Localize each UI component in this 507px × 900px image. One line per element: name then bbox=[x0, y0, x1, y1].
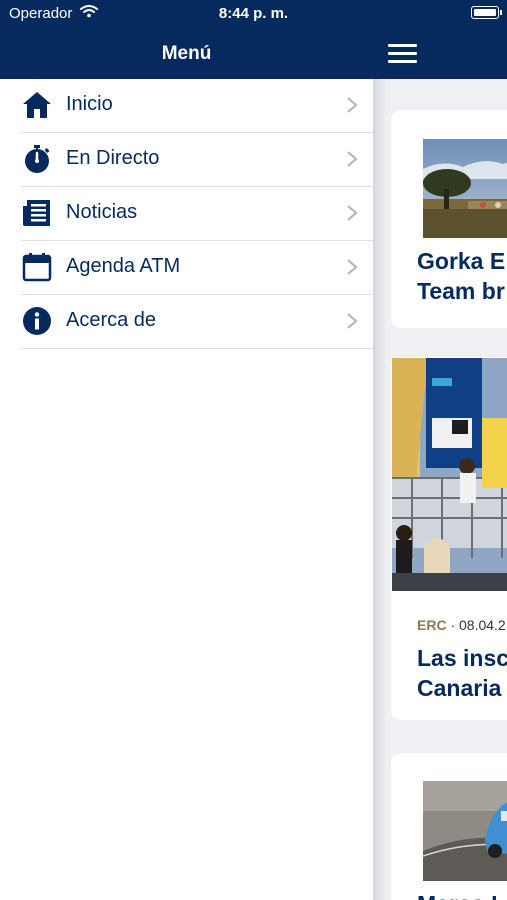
hamburger-menu-button[interactable] bbox=[388, 42, 417, 64]
news-card-meta: ERC · 08.04.2 bbox=[417, 617, 506, 633]
menu-item-inicio[interactable]: Inicio bbox=[21, 79, 373, 133]
news-card-title: Las insc bbox=[417, 645, 507, 671]
news-card-tag: ERC bbox=[417, 617, 447, 633]
chevron-right-icon bbox=[347, 259, 358, 275]
info-icon bbox=[23, 307, 51, 335]
chevron-right-icon bbox=[347, 205, 358, 221]
news-card[interactable]: ERC · 08.04.2 Las insc Canaria bbox=[391, 357, 507, 720]
news-card-date: · 08.04.2 bbox=[446, 617, 506, 633]
news-image bbox=[423, 781, 507, 881]
newspaper-icon bbox=[23, 200, 50, 226]
news-card-title: Team br bbox=[417, 278, 505, 304]
home-icon bbox=[23, 92, 51, 118]
news-image bbox=[392, 358, 507, 591]
menu-item-label: Acerca de bbox=[66, 309, 157, 331]
menu-item-label: Noticias bbox=[66, 201, 138, 223]
stopwatch-icon bbox=[25, 145, 50, 173]
menu-item-en-directo[interactable]: En Directo bbox=[21, 133, 373, 187]
menu-item-agenda-atm[interactable]: Agenda ATM bbox=[21, 241, 373, 295]
news-card-title: Marco L bbox=[417, 889, 505, 900]
nav-bar: Menú bbox=[0, 28, 507, 79]
calendar-icon bbox=[22, 253, 52, 282]
news-card[interactable]: Marco L bbox=[391, 753, 507, 900]
menu-edge-shadow bbox=[373, 79, 387, 900]
page-title: Menú bbox=[161, 43, 212, 64]
news-card[interactable]: Gorka E Team br bbox=[391, 110, 507, 328]
news-image bbox=[423, 139, 507, 238]
chevron-right-icon bbox=[347, 97, 358, 113]
menu-item-label: Agenda ATM bbox=[66, 255, 181, 277]
clock: 8:44 p. m. bbox=[218, 5, 289, 22]
menu-item-acerca-de[interactable]: Acerca de bbox=[21, 295, 373, 349]
chevron-right-icon bbox=[347, 313, 358, 329]
news-card-title: Gorka E bbox=[417, 248, 506, 274]
battery-icon bbox=[471, 6, 502, 19]
news-card-title: Canaria bbox=[417, 675, 502, 701]
chevron-right-icon bbox=[347, 151, 358, 167]
menu-item-label: En Directo bbox=[66, 147, 160, 169]
side-menu: Inicio En Directo Noticias Agenda ATM Ac… bbox=[0, 79, 373, 900]
news-feed: Gorka E Team br ERC · 08.04.2 Las insc C… bbox=[373, 79, 507, 900]
menu-item-label: Inicio bbox=[66, 93, 113, 115]
status-bar: Operador 8:44 p. m. bbox=[0, 0, 507, 28]
menu-item-noticias[interactable]: Noticias bbox=[21, 187, 373, 241]
